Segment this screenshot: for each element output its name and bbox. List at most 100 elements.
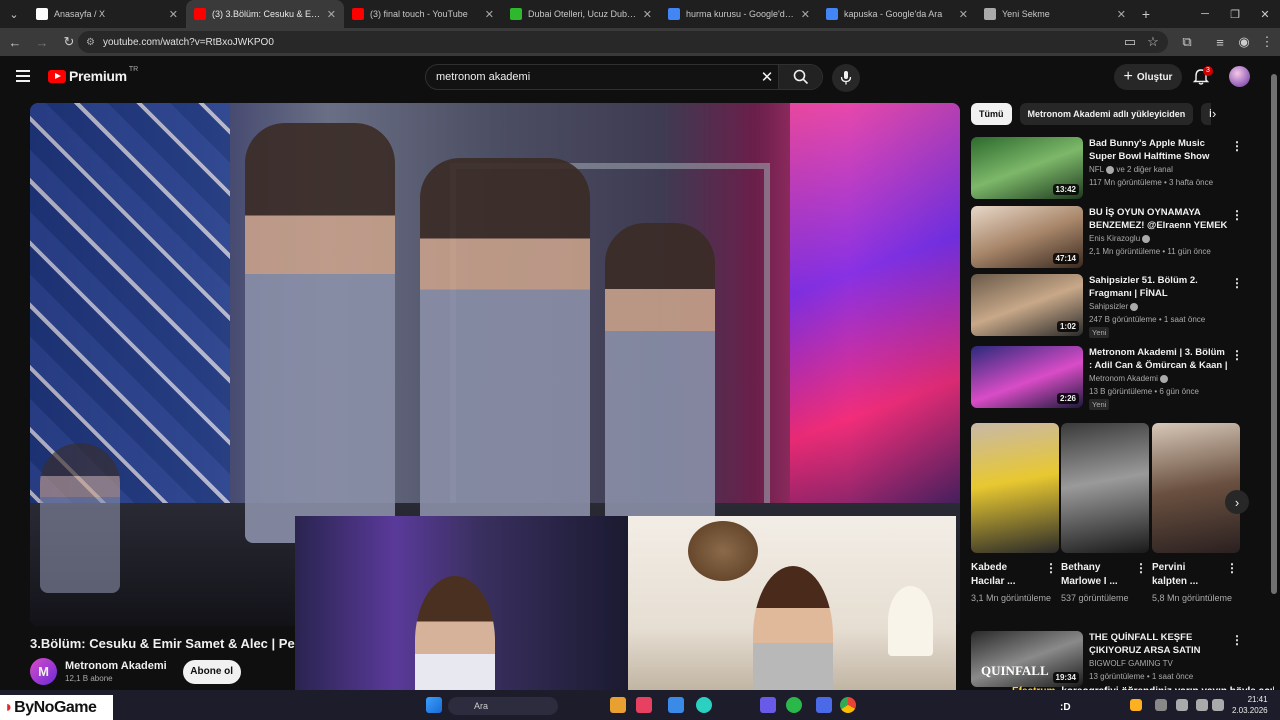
- chrome-icon[interactable]: [840, 697, 856, 713]
- minimize-icon[interactable]: ─: [1190, 0, 1220, 28]
- recommendation-item[interactable]: QUINFALL 19:34 THE QUİNFALL KEŞFE ÇIKIYO…: [971, 631, 1246, 687]
- scrollbar-thumb[interactable]: [1271, 74, 1277, 594]
- filter-chip[interactable]: Metronom Akademi adlı yükleyiciden: [1019, 103, 1194, 125]
- close-tab-icon[interactable]: ✕: [643, 8, 652, 21]
- close-tab-icon[interactable]: ✕: [169, 8, 178, 21]
- filter-chip[interactable]: İ: [1201, 103, 1211, 125]
- tab-search-chevron-icon[interactable]: ⌄: [0, 0, 28, 28]
- recommendation-title[interactable]: Sahipsizler 51. Bölüm 2. Fragmanı | FİNA…: [1089, 274, 1229, 300]
- browser-tab[interactable]: Dubai Otelleri, Ucuz Dubai Otel ✕: [502, 0, 660, 28]
- app-icon[interactable]: [760, 697, 776, 713]
- recommendation-title[interactable]: BU İŞ OYUN OYNAMAYA BENZEMEZ! @Elraenn Y…: [1089, 206, 1229, 232]
- close-tab-icon[interactable]: ✕: [485, 8, 494, 21]
- tray-app-icon[interactable]: [1130, 699, 1142, 711]
- short-item[interactable]: Bethany Marlowe I ... 537 görüntüleme ⋮: [1061, 423, 1149, 605]
- chips-next-chevron-icon[interactable]: ›: [1212, 106, 1216, 121]
- voice-search-button[interactable]: [832, 64, 860, 92]
- back-icon[interactable]: ←: [3, 30, 27, 54]
- browser-tab[interactable]: Anasayfa / X ✕: [28, 0, 186, 28]
- video-thumbnail[interactable]: QUINFALL 19:34: [971, 631, 1083, 687]
- windows-start-icon[interactable]: [426, 697, 442, 713]
- recommendation-channel[interactable]: Enis Kirazoglu: [1089, 234, 1151, 243]
- edge-icon[interactable]: [696, 697, 712, 713]
- close-window-icon[interactable]: ✕: [1250, 0, 1280, 28]
- page-scrollbar[interactable]: [1271, 70, 1277, 688]
- browser-menu-icon[interactable]: ⋮: [1255, 30, 1279, 54]
- recommendation-item[interactable]: 2:26 Metronom Akademi | 3. Bölüm : Adil C…: [971, 346, 1246, 410]
- recommendation-item[interactable]: 1:02 Sahipsizler 51. Bölüm 2. Fragmanı | …: [971, 274, 1246, 338]
- profile-icon[interactable]: ◉: [1232, 30, 1256, 54]
- restore-icon[interactable]: ❐: [1220, 0, 1250, 28]
- address-bar[interactable]: ⚙ youtube.com/watch?v=RtBxoJWKPO0: [78, 31, 1168, 53]
- close-tab-icon[interactable]: ✕: [1117, 8, 1126, 21]
- more-options-icon[interactable]: ⋮: [1231, 139, 1243, 153]
- account-avatar[interactable]: [1229, 66, 1250, 87]
- video-thumbnail[interactable]: 47:14: [971, 206, 1083, 268]
- reading-list-icon[interactable]: ≡: [1208, 30, 1232, 54]
- channel-name[interactable]: Metronom Akademi: [65, 660, 167, 672]
- video-thumbnail[interactable]: 2:26: [971, 346, 1083, 408]
- recommendation-channel[interactable]: BIGWOLF GAMING TV: [1089, 659, 1173, 668]
- tray-app-icon[interactable]: [1155, 699, 1167, 711]
- taskbar-clock[interactable]: 21:41 2.03.2026: [1232, 694, 1268, 716]
- search-input[interactable]: [426, 65, 756, 89]
- bookmark-star-icon[interactable]: ☆: [1141, 30, 1165, 54]
- search-button[interactable]: [778, 65, 822, 89]
- recommendation-title[interactable]: THE QUİNFALL KEŞFE ÇIKIYORUZ ARSA SATIN …: [1089, 631, 1229, 657]
- more-options-icon[interactable]: ⋮: [1231, 348, 1243, 362]
- youtube-logo[interactable]: Premium TR: [48, 66, 138, 84]
- recommendation-item[interactable]: 47:14 BU İŞ OYUN OYNAMAYA BENZEMEZ! @Elra…: [971, 206, 1246, 268]
- channel-avatar[interactable]: M: [30, 658, 57, 685]
- close-tab-icon[interactable]: ✕: [959, 8, 968, 21]
- subscribe-button[interactable]: Abone ol: [182, 659, 241, 684]
- browser-tab[interactable]: hurma kurusu - Google'da Ara ✕: [660, 0, 818, 28]
- recommendation-title[interactable]: Metronom Akademi | 3. Bölüm : Adil Can &…: [1089, 346, 1229, 372]
- cast-icon[interactable]: ▭: [1118, 30, 1142, 54]
- clear-search-icon[interactable]: ✕: [756, 68, 778, 86]
- create-button[interactable]: + Oluştur: [1114, 64, 1182, 90]
- browser-tab[interactable]: kapuska - Google'da Ara ✕: [818, 0, 976, 28]
- volume-icon[interactable]: [1212, 699, 1224, 711]
- file-explorer-icon[interactable]: [610, 697, 626, 713]
- short-thumbnail[interactable]: [1152, 423, 1240, 553]
- filter-chip[interactable]: Tümü: [971, 103, 1012, 125]
- app-icon[interactable]: [668, 697, 684, 713]
- more-options-icon[interactable]: ⋮: [1226, 561, 1238, 575]
- video-thumbnail[interactable]: 13:42: [971, 137, 1083, 199]
- short-title[interactable]: Kabede Hacılar ...: [971, 561, 1041, 589]
- menu-icon[interactable]: [16, 70, 30, 82]
- app-icon[interactable]: [636, 697, 652, 713]
- close-tab-icon[interactable]: ✕: [801, 8, 810, 21]
- recommendation-item[interactable]: 13:42 Bad Bunny's Apple Music Super Bowl …: [971, 137, 1246, 199]
- recommendation-channel[interactable]: NFL ve 2 diğer kanal: [1089, 165, 1173, 174]
- browser-tab[interactable]: Yeni Sekme ✕: [976, 0, 1134, 28]
- short-title[interactable]: Bethany Marlowe I ...: [1061, 561, 1131, 589]
- site-info-icon[interactable]: ⚙: [86, 37, 95, 48]
- taskbar-search[interactable]: Ara: [448, 697, 558, 715]
- close-tab-icon[interactable]: ✕: [327, 8, 336, 21]
- recommendation-channel[interactable]: Metronom Akademi: [1089, 374, 1168, 383]
- short-title[interactable]: Pervini kalpten ...: [1152, 561, 1222, 589]
- short-thumbnail[interactable]: [1061, 423, 1149, 553]
- short-thumbnail[interactable]: [971, 423, 1059, 553]
- video-thumbnail[interactable]: 1:02: [971, 274, 1083, 336]
- more-options-icon[interactable]: ⋮: [1135, 561, 1147, 575]
- more-options-icon[interactable]: ⋮: [1045, 561, 1057, 575]
- microphone-tray-icon[interactable]: [1176, 699, 1188, 711]
- short-item[interactable]: Pervini kalpten ... 5,8 Mn görüntüleme ⋮: [1152, 423, 1240, 605]
- recommendation-title[interactable]: Bad Bunny's Apple Music Super Bowl Halft…: [1089, 137, 1229, 163]
- forward-icon[interactable]: →: [30, 30, 54, 54]
- more-options-icon[interactable]: ⋮: [1231, 276, 1243, 290]
- whatsapp-icon[interactable]: [786, 697, 802, 713]
- browser-tab[interactable]: (3) 3.Bölüm: Cesuku & Emir Sam ✕: [186, 0, 344, 28]
- recommendation-channel[interactable]: Sahipsizler: [1089, 302, 1139, 311]
- more-options-icon[interactable]: ⋮: [1231, 633, 1243, 647]
- app-icon[interactable]: [816, 697, 832, 713]
- more-options-icon[interactable]: ⋮: [1231, 208, 1243, 222]
- new-tab-button[interactable]: +: [1134, 6, 1158, 22]
- browser-tab[interactable]: (3) final touch - YouTube ✕: [344, 0, 502, 28]
- network-icon[interactable]: [1196, 699, 1208, 711]
- shorts-next-chevron-icon[interactable]: ›: [1225, 490, 1249, 514]
- extensions-icon[interactable]: ⧉: [1175, 30, 1199, 54]
- short-item[interactable]: Kabede Hacılar ... 3,1 Mn görüntüleme ⋮: [971, 423, 1059, 605]
